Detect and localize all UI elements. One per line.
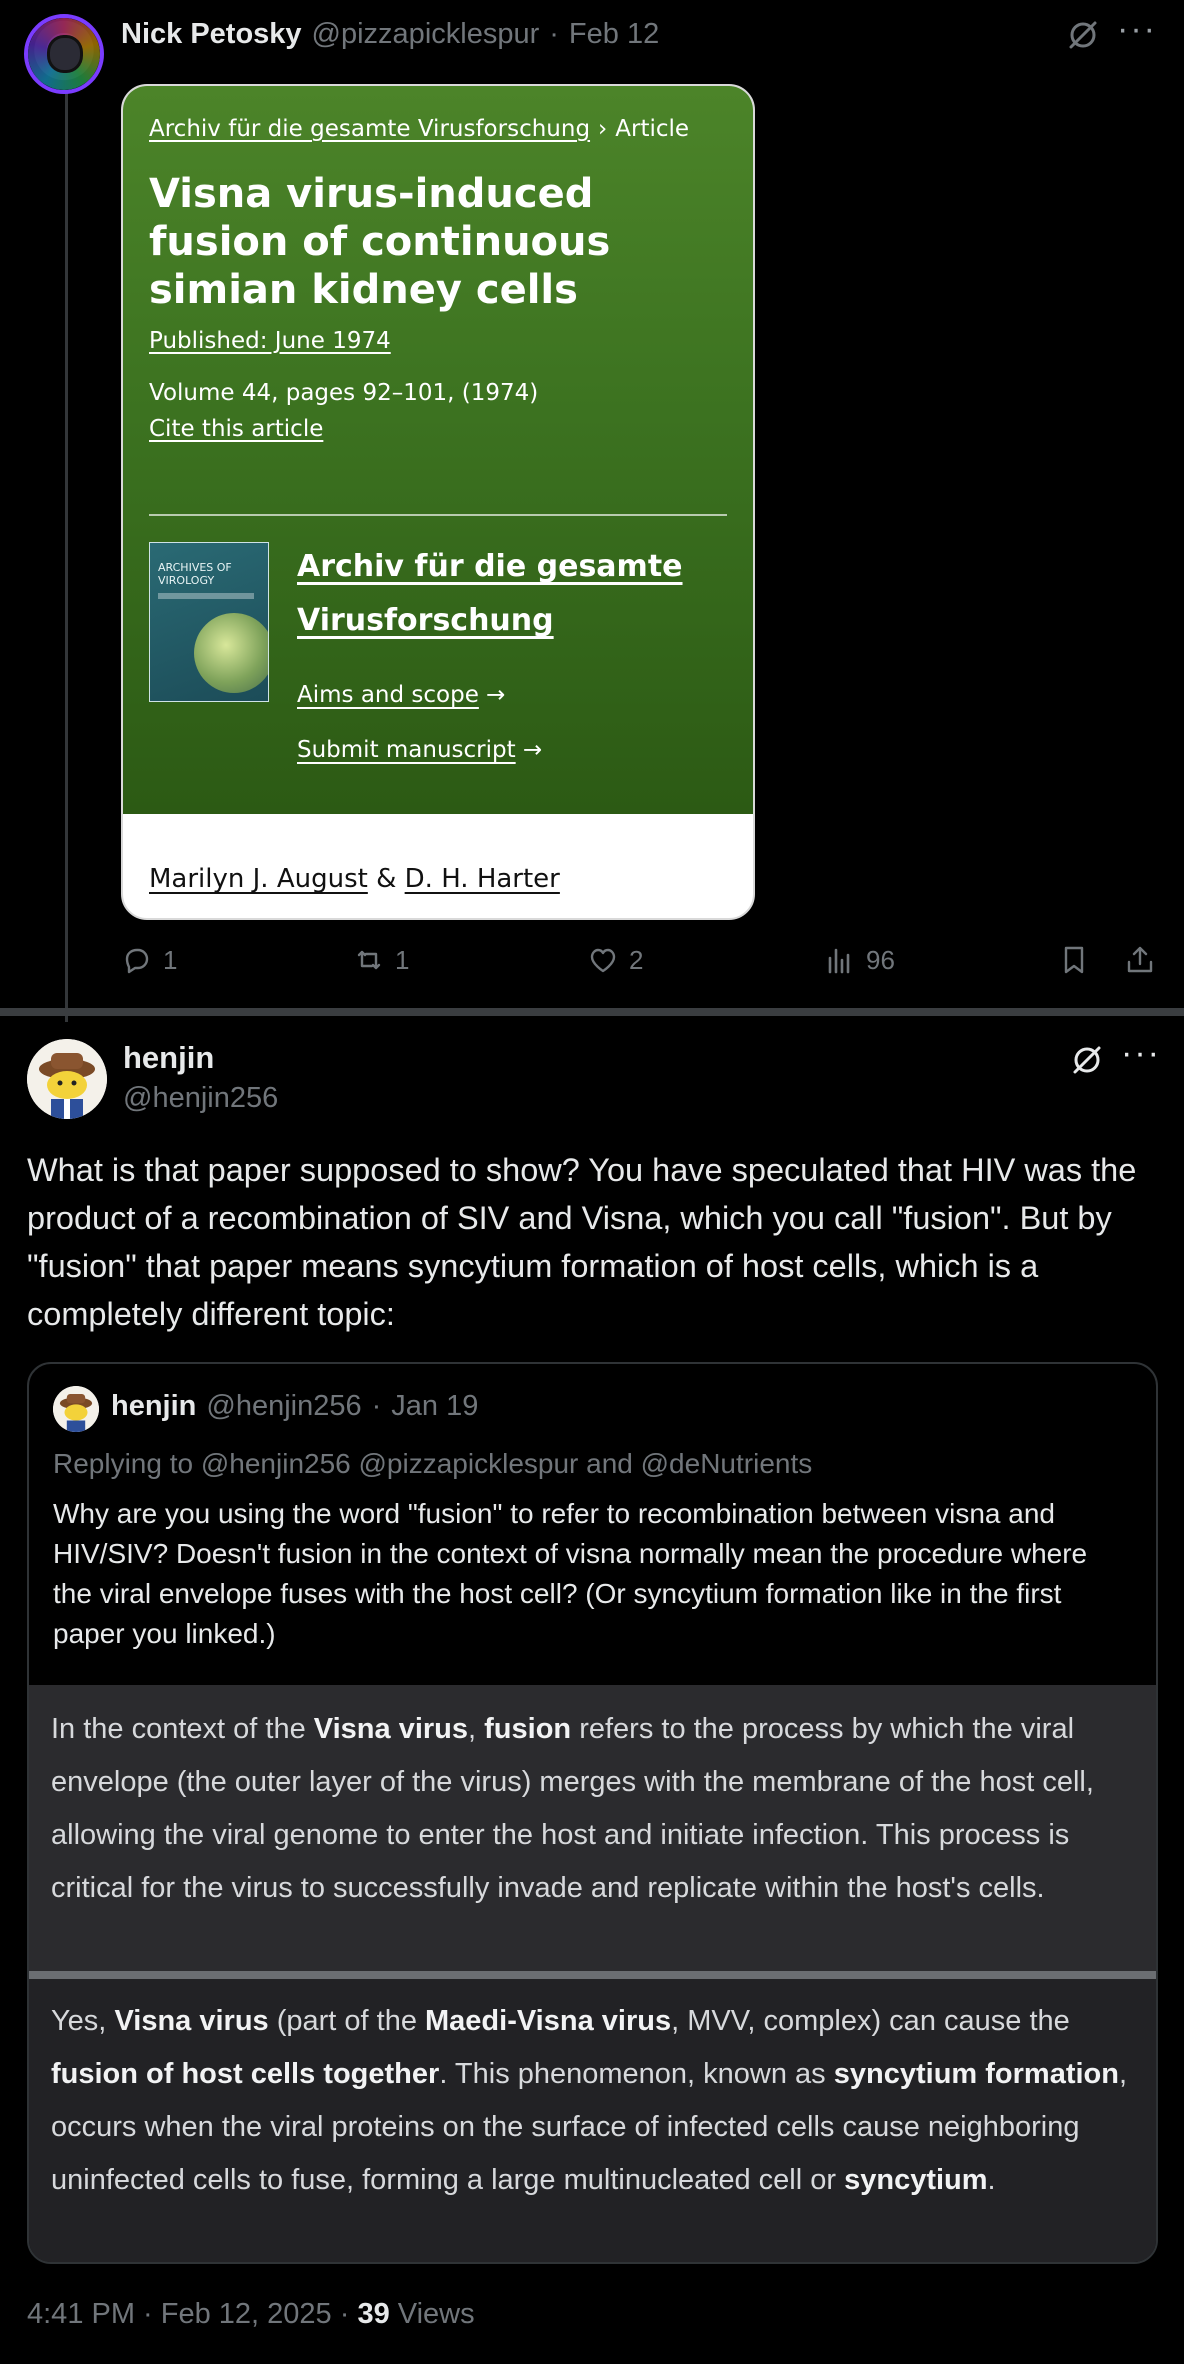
author-name[interactable]: Nick Petosky [121, 18, 302, 51]
quote-screenshot-image: In the context of the Visna virus, fusio… [29, 1685, 1156, 2262]
quoted-post[interactable]: henjin @henjin256 · Jan 19 Replying to @… [27, 1362, 1158, 2264]
panel-bold: Maedi-Visna virus [425, 2005, 672, 2037]
author-name[interactable]: henjin [123, 1040, 214, 1076]
timestamp-text[interactable]: 4:41 PM · Feb 12, 2025 · [27, 2298, 357, 2330]
breadcrumb-journal: Archiv für die gesamte Virusforschung [149, 116, 591, 142]
panel-bold: Visna virus [313, 1713, 469, 1745]
panel-bold: fusion of host cells together [51, 2058, 440, 2090]
volume-info: Volume 44, pages 92–101, (1974) [149, 380, 539, 406]
repost-button[interactable]: 1 [353, 944, 409, 976]
link-card[interactable]: Archiv für die gesamte Virusforschung › Ar… [121, 84, 755, 920]
panel-bold: fusion [484, 1713, 572, 1745]
quote-author-handle: @henjin256 [206, 1390, 362, 1422]
post-date[interactable]: Feb 12 [569, 18, 659, 51]
cover-decoration [158, 593, 254, 599]
reply-button[interactable]: 1 [121, 944, 177, 976]
panel-text: (part of the [268, 2005, 426, 2037]
screenshot-panel-2: Yes, Visna virus (part of the Maedi-Visn… [29, 1979, 1156, 2262]
like-button[interactable]: 2 [587, 944, 643, 976]
panel-text: . This phenomenon, known as [439, 2058, 834, 2090]
more-icon[interactable]: ··· [1121, 1034, 1161, 1073]
views-label: Views [389, 2298, 475, 2330]
grok-icon[interactable] [1066, 18, 1100, 52]
thread-line [65, 92, 68, 1022]
journal-name: Archiv für die gesamte Virusforschung [297, 549, 683, 638]
post-text: What is that paper supposed to show? You… [27, 1152, 1137, 1332]
divider [149, 514, 727, 516]
repost-count: 1 [395, 944, 410, 975]
post-timestamp: 4:41 PM · Feb 12, 2025 · 39 Views [27, 2298, 475, 2331]
post-header: Nick Petosky @pizzapicklespur · Feb 12 [121, 18, 659, 51]
heart-icon [590, 948, 616, 973]
replying-to: Replying to @henjin256 @pizzapicklespur … [53, 1448, 813, 1479]
article-preview: Archiv für die gesamte Virusforschung › Ar… [123, 86, 753, 814]
submit-label: Submit manuscript [297, 737, 516, 763]
author-handle[interactable]: @pizzapicklespur [312, 18, 540, 51]
breadcrumb-current: Article [615, 116, 690, 142]
separator: · [371, 1390, 382, 1422]
screenshot-panel-1: In the context of the Visna virus, fusio… [29, 1685, 1156, 1971]
chevron-right-icon: › [598, 116, 608, 142]
quote-text: Why are you using the word "fusion" to r… [53, 1498, 1088, 1649]
avatar-illustration [27, 1039, 107, 1119]
like-count: 2 [629, 944, 644, 975]
share-icon [1127, 946, 1153, 973]
aims-and-scope-link: Aims and scope → [297, 682, 505, 708]
aims-label: Aims and scope [297, 682, 479, 708]
reply-post-nick[interactable]: Nick Petosky @pizzapicklespur · Feb 12 ·… [0, 0, 1184, 1022]
journal-cover-image: ARCHIVES OF VIROLOGY [149, 542, 269, 702]
panel-text: . [987, 2164, 996, 2196]
avatar[interactable] [24, 14, 104, 94]
views-count: 39 [357, 2298, 390, 2330]
view-count: 96 [866, 944, 895, 975]
share-button[interactable] [1124, 944, 1156, 976]
quote-author-name: henjin [111, 1390, 197, 1422]
journal-cover-title: ARCHIVES OF VIROLOGY [158, 561, 232, 587]
reply-count: 1 [163, 944, 178, 975]
author-join: & [376, 864, 397, 894]
panel-text: , [468, 1713, 485, 1745]
bookmark-button[interactable] [1058, 944, 1090, 976]
panel-bold: Visna virus [114, 2005, 269, 2037]
repost-icon [357, 950, 381, 970]
panel-text: , MVV, complex) can cause the [671, 2005, 1070, 2037]
panel-divider [29, 1971, 1156, 1979]
panel-text: Yes, [51, 2005, 115, 2037]
article-title: Visna virus-induced fusion of continuous… [149, 171, 611, 313]
more-icon[interactable]: ··· [1117, 10, 1157, 49]
author-handle[interactable]: @henjin256 [123, 1082, 278, 1115]
quote-header: henjin @henjin256 · Jan 19 [111, 1390, 478, 1423]
breadcrumb: Archiv für die gesamte Virusforschung › Ar… [149, 116, 689, 142]
submit-manuscript-link: Submit manuscript → [297, 737, 542, 763]
author-2: D. H. Harter [404, 864, 560, 894]
avatar [53, 1386, 99, 1432]
reply-icon [125, 948, 149, 974]
separator: · [549, 18, 559, 50]
author-1: Marilyn J. August [149, 864, 368, 894]
quote-date: Jan 19 [391, 1390, 479, 1422]
action-bar: 1 1 2 96 [121, 944, 1166, 988]
panel-bold: syncytium [844, 2164, 988, 2196]
cite-link: Cite this article [149, 416, 324, 442]
post-divider [0, 1008, 1184, 1016]
article-authors: Marilyn J. August & D. H. Harter [149, 864, 560, 894]
avatar-illustration [53, 1386, 99, 1432]
virus-illustration [194, 613, 268, 693]
published-date: Published: June 1974 [149, 328, 391, 354]
panel-text: In the context of the [51, 1713, 314, 1745]
arrow-right-icon: → [522, 737, 543, 763]
arrow-right-icon: → [486, 682, 506, 708]
grok-icon[interactable] [1069, 1042, 1105, 1078]
panel-bold: syncytium formation [833, 2058, 1119, 2090]
avatar[interactable] [27, 1039, 107, 1119]
bookmark-icon [1064, 946, 1084, 974]
views-button[interactable]: 96 [824, 944, 895, 976]
analytics-icon [828, 948, 850, 974]
